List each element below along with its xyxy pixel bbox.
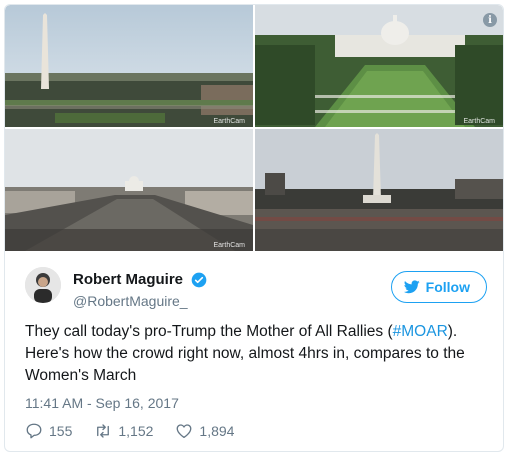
tweet-text: They call today's pro-Trump the Mother o… <box>25 321 487 387</box>
author-block[interactable]: Robert Maguire @RobertMaguire_ <box>73 271 207 309</box>
heart-icon <box>176 424 192 439</box>
tweet-text-before: They call today's pro-Trump the Mother o… <box>25 323 393 340</box>
author-display-name[interactable]: Robert Maguire <box>73 271 183 288</box>
like-action[interactable]: 1,894 <box>175 422 234 440</box>
follow-button[interactable]: Follow <box>390 271 487 303</box>
tweet-actions: 155 1,152 1,894 <box>25 421 256 441</box>
avatar[interactable] <box>25 267 61 303</box>
tweet-header: Robert Maguire @RobertMaguire_ Follow <box>25 267 487 315</box>
follow-label: Follow <box>425 279 470 295</box>
watermark: EarthCam <box>463 118 495 125</box>
photo-capitol-mall[interactable]: EarthCam <box>255 5 503 127</box>
tweet-card: EarthCam EarthCam EarthCam i Robert Magu… <box>4 4 504 452</box>
reply-count: 155 <box>49 423 73 439</box>
retweet-count: 1,152 <box>118 423 154 439</box>
tweet-timestamp[interactable]: 11:41 AM - Sep 16, 2017 <box>25 395 179 411</box>
author-handle[interactable]: @RobertMaguire_ <box>73 293 207 309</box>
hashtag-link[interactable]: #MOAR <box>393 323 448 340</box>
watermark: EarthCam <box>213 242 245 249</box>
photo-grid: EarthCam EarthCam EarthCam <box>5 5 503 251</box>
like-count: 1,894 <box>199 423 235 439</box>
info-icon[interactable]: i <box>483 13 497 27</box>
verified-badge-icon <box>192 272 207 288</box>
twitter-bird-icon <box>403 280 420 294</box>
retweet-action[interactable]: 1,152 <box>94 422 153 440</box>
photo-washington-monument[interactable]: EarthCam <box>5 5 253 127</box>
reply-action[interactable]: 155 <box>25 422 72 440</box>
watermark: EarthCam <box>213 118 245 125</box>
retweet-icon <box>97 424 110 438</box>
photo-womens-march-crowd[interactable]: EarthCam <box>5 129 253 251</box>
reply-icon <box>26 423 42 439</box>
photo-moar-crowd[interactable] <box>255 129 503 251</box>
